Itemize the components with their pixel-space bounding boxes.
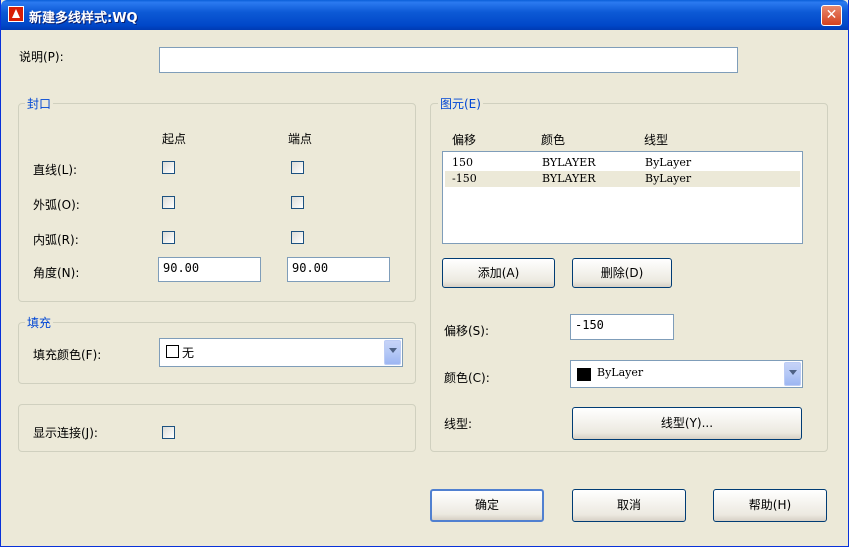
offset-input[interactable]: -150: [570, 314, 674, 340]
chevron-down-icon[interactable]: [384, 340, 401, 365]
cap-angle-end-input[interactable]: 90.00: [287, 257, 390, 282]
fill-color-value: 无: [182, 346, 195, 360]
offset-label: 偏移(S):: [444, 324, 490, 338]
cap-angle-label: 角度(N):: [33, 266, 80, 280]
cap-outer-arc-label: 外弧(O):: [33, 198, 80, 212]
element-color: BYLAYER: [542, 156, 596, 169]
element-linetype: ByLayer: [645, 172, 692, 185]
color-swatch: [577, 368, 591, 381]
chevron-down-icon[interactable]: [784, 362, 801, 386]
delete-element-button[interactable]: 删除(D): [572, 258, 672, 288]
elements-linetype-header: 线型: [644, 133, 669, 147]
elements-group-title: 图元(E): [438, 95, 483, 112]
fill-group-title: 填充: [25, 314, 54, 331]
element-offset: -150: [452, 172, 477, 185]
fill-color-label: 填充颜色(F):: [33, 348, 102, 362]
color-dropdown[interactable]: ByLayer: [570, 360, 803, 388]
elements-offset-header: 偏移: [452, 133, 477, 147]
elements-list-row[interactable]: 150 BYLAYER ByLayer: [445, 155, 800, 171]
elements-list-row-selected[interactable]: -150 BYLAYER ByLayer: [445, 171, 800, 187]
elements-color-header: 颜色: [541, 133, 566, 147]
caps-group-title: 封口: [25, 95, 54, 112]
fill-color-dropdown[interactable]: 无: [159, 338, 403, 367]
cap-inner-arc-label: 内弧(R):: [33, 233, 79, 247]
close-button[interactable]: ✕: [821, 5, 842, 26]
color-label: 颜色(C):: [444, 371, 490, 385]
linetype-label: 线型:: [444, 417, 473, 431]
cap-outer-arc-start-checkbox[interactable]: [162, 196, 175, 209]
close-icon: ✕: [825, 7, 838, 23]
caps-end-header: 端点: [288, 132, 313, 146]
cap-line-start-checkbox[interactable]: [162, 161, 175, 174]
element-offset: 150: [452, 156, 473, 169]
display-joints-checkbox[interactable]: [162, 426, 175, 439]
element-color: BYLAYER: [542, 172, 596, 185]
cap-line-label: 直线(L):: [33, 163, 78, 177]
fill-color-swatch: [166, 345, 179, 358]
help-button[interactable]: 帮助(H): [713, 489, 827, 522]
multiline-style-dialog: 新建多线样式:WQ ✕ 说明(P): 封口 起点 端点 直线(L): 外弧(O)…: [0, 0, 849, 547]
color-value: ByLayer: [597, 366, 644, 379]
cap-angle-start-input[interactable]: 90.00: [158, 257, 261, 282]
title-bar[interactable]: 新建多线样式:WQ ✕: [1, 0, 848, 30]
elements-list[interactable]: 150 BYLAYER ByLayer -150 BYLAYER ByLayer: [442, 151, 803, 244]
linetype-button[interactable]: 线型(Y)...: [572, 407, 802, 440]
window-title: 新建多线样式:WQ: [29, 11, 138, 26]
cap-line-end-checkbox[interactable]: [291, 161, 304, 174]
add-element-button[interactable]: 添加(A): [442, 258, 555, 288]
description-label: 说明(P):: [19, 50, 64, 64]
element-linetype: ByLayer: [645, 156, 692, 169]
caps-start-header: 起点: [162, 132, 187, 146]
display-joints-label: 显示连接(J):: [33, 426, 98, 440]
cap-inner-arc-end-checkbox[interactable]: [291, 231, 304, 244]
cap-inner-arc-start-checkbox[interactable]: [162, 231, 175, 244]
ok-button[interactable]: 确定: [430, 489, 544, 522]
description-input[interactable]: [159, 47, 738, 73]
cap-outer-arc-end-checkbox[interactable]: [291, 196, 304, 209]
autocad-app-icon: [8, 6, 24, 22]
cancel-button[interactable]: 取消: [572, 489, 686, 522]
